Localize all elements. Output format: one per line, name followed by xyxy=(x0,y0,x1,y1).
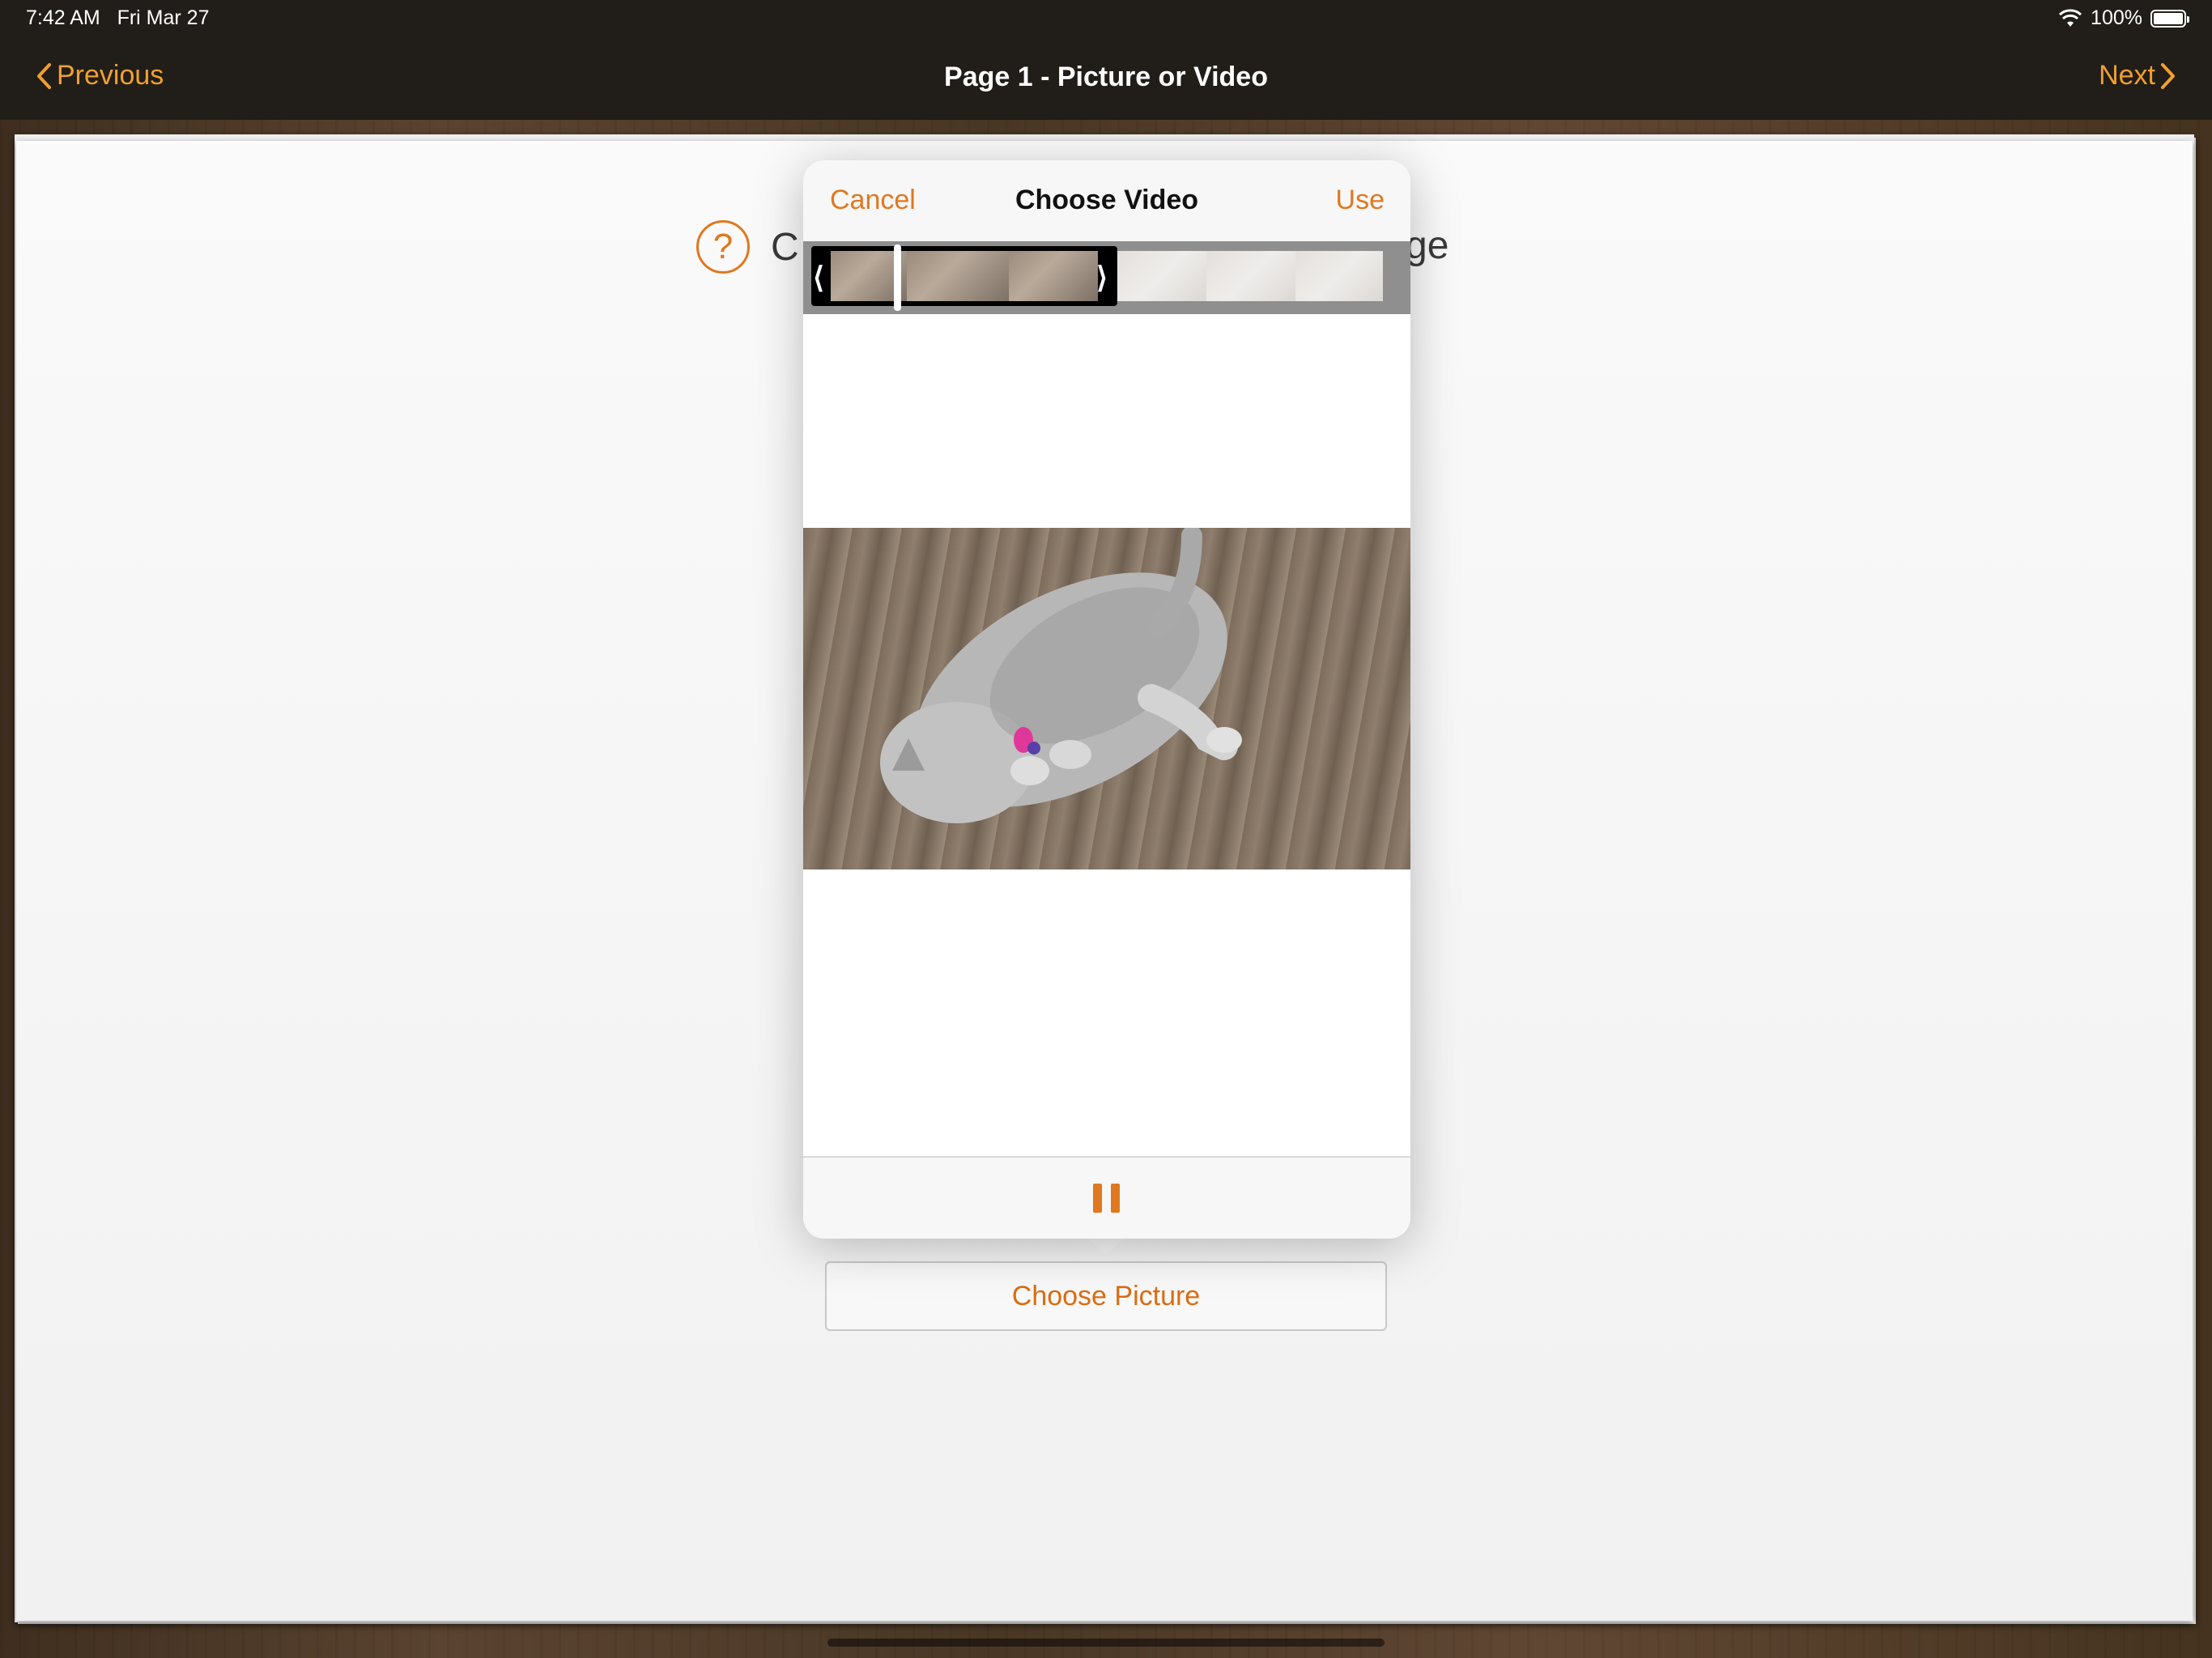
status-clock: 7:42 AM xyxy=(26,6,100,29)
video-preview-area xyxy=(803,314,1410,1156)
use-button[interactable]: Use xyxy=(1336,185,1385,216)
playback-controls xyxy=(803,1156,1410,1239)
popover-title: Choose Video xyxy=(1015,185,1199,215)
next-button[interactable]: Next xyxy=(2099,60,2176,91)
playhead[interactable] xyxy=(894,244,901,311)
trim-start-handle[interactable]: ⟨ xyxy=(813,261,824,295)
chevron-right-icon xyxy=(2161,62,2175,89)
status-date: Fri Mar 27 xyxy=(117,6,210,29)
home-indicator xyxy=(827,1639,1385,1647)
popover-arrow xyxy=(1087,1237,1125,1255)
status-indicators: 100% xyxy=(2058,6,2189,30)
choose-video-popover: Cancel Choose Video Use ⟨ ⟩ xyxy=(803,160,1410,1239)
battery-icon xyxy=(2150,9,2189,28)
popover-header: Cancel Choose Video Use xyxy=(803,160,1410,241)
video-preview-frame[interactable] xyxy=(803,528,1410,869)
wifi-icon xyxy=(2059,8,2082,27)
pause-icon[interactable] xyxy=(1093,1184,1121,1213)
video-thumbnail-frame xyxy=(1295,251,1383,301)
battery-percent: 100% xyxy=(2091,6,2142,29)
status-time: 7:42 AM Fri Mar 27 xyxy=(26,6,209,30)
question-circle-icon[interactable]: ? xyxy=(696,220,750,274)
page-title: Page 1 - Picture or Video xyxy=(944,62,1268,92)
choose-picture-button[interactable]: Choose Picture xyxy=(825,1261,1387,1331)
video-thumbnail-frame xyxy=(1206,251,1295,301)
trim-selection[interactable] xyxy=(811,246,1117,306)
next-label: Next xyxy=(2099,60,2155,91)
video-trim-scrubber[interactable]: ⟨ ⟩ xyxy=(803,241,1410,314)
question-row: ? C xyxy=(696,220,799,274)
trim-end-handle[interactable]: ⟩ xyxy=(1096,261,1108,295)
question-text-end: ge xyxy=(1406,224,1449,267)
question-text-start: C xyxy=(771,225,799,269)
cat-video-image xyxy=(880,528,1242,823)
top-bar: 7:42 AM Fri Mar 27 100% Previous Page 1 … xyxy=(0,0,2212,120)
video-thumbnail-frame xyxy=(1117,251,1206,301)
